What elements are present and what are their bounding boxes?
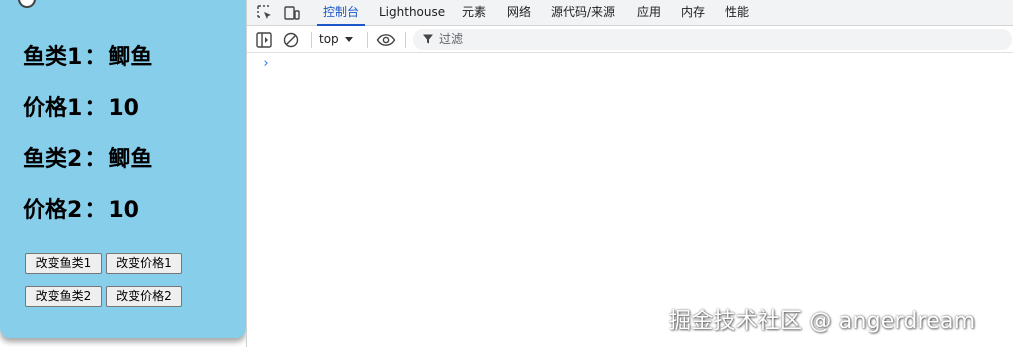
console-toolbar: top 过滤 [247, 26, 1013, 53]
tab-sources[interactable]: 源代码/来源 [551, 0, 615, 25]
toolbar-divider [311, 32, 312, 48]
fish2-value: 鲫鱼 [108, 147, 153, 172]
filter-input[interactable]: 过滤 [413, 29, 1012, 50]
price2-colon: ： [84, 198, 107, 223]
price1-label: 价格1 [23, 96, 83, 121]
tab-performance[interactable]: 性能 [725, 0, 749, 25]
price2-label: 价格2 [23, 198, 83, 223]
fish2-line: 鱼类2：鲫鱼 [23, 146, 152, 174]
devtools-panel: 控制台 Lighthouse 元素 网络 源代码/来源 应用 内存 性能 top… [246, 0, 1013, 347]
tab-lighthouse[interactable]: Lighthouse [379, 0, 445, 25]
fish1-colon: ： [84, 45, 107, 70]
toolbar-divider [367, 32, 368, 48]
context-select[interactable]: top [319, 30, 353, 49]
change-price2-button[interactable]: 改变价格2 [106, 286, 182, 307]
price2-value: 10 [108, 198, 139, 223]
inspect-element-icon[interactable] [256, 4, 274, 22]
filter-icon [423, 34, 433, 44]
tab-application[interactable]: 应用 [637, 0, 661, 25]
device-toolbar-icon[interactable] [283, 4, 301, 22]
cursor-circle-icon [18, 0, 36, 8]
tab-network[interactable]: 网络 [507, 0, 531, 25]
change-fish2-button[interactable]: 改变鱼类2 [25, 286, 102, 307]
sidebar-toggle-icon[interactable] [255, 31, 273, 49]
price1-colon: ： [84, 96, 107, 121]
tab-memory[interactable]: 内存 [681, 0, 705, 25]
context-select-value: top [319, 32, 339, 46]
devtools-tabbar: 控制台 Lighthouse 元素 网络 源代码/来源 应用 内存 性能 [247, 0, 1013, 26]
console-prompt[interactable]: › [262, 56, 270, 72]
watermark: 掘金技术社区 @ angerdream [669, 309, 976, 334]
fish2-label: 鱼类2 [23, 147, 83, 172]
price1-line: 价格1：10 [23, 95, 139, 123]
toolbar-divider [405, 32, 406, 48]
fish2-colon: ： [84, 147, 107, 172]
price2-line: 价格2：10 [23, 197, 139, 225]
tab-console[interactable]: 控制台 [316, 0, 366, 26]
fish1-value: 鲫鱼 [108, 45, 153, 70]
price1-value: 10 [108, 96, 139, 121]
fish1-line: 鱼类1：鲫鱼 [23, 44, 152, 72]
change-fish1-button[interactable]: 改变鱼类1 [25, 253, 102, 274]
clear-console-icon[interactable] [282, 31, 300, 49]
caret-down-icon [344, 37, 353, 42]
filter-placeholder: 过滤 [439, 32, 464, 46]
screen: 鱼类1：鲫鱼 价格1：10 鱼类2：鲫鱼 价格2：10 改变鱼类1 改变价格1 … [0, 0, 1013, 347]
fish1-label: 鱼类1 [23, 45, 83, 70]
app-panel: 鱼类1：鲫鱼 价格1：10 鱼类2：鲫鱼 价格2：10 改变鱼类1 改变价格1 … [0, 0, 246, 338]
tab-elements[interactable]: 元素 [462, 0, 486, 25]
eye-icon[interactable] [376, 31, 396, 49]
change-price1-button[interactable]: 改变价格1 [106, 253, 182, 274]
